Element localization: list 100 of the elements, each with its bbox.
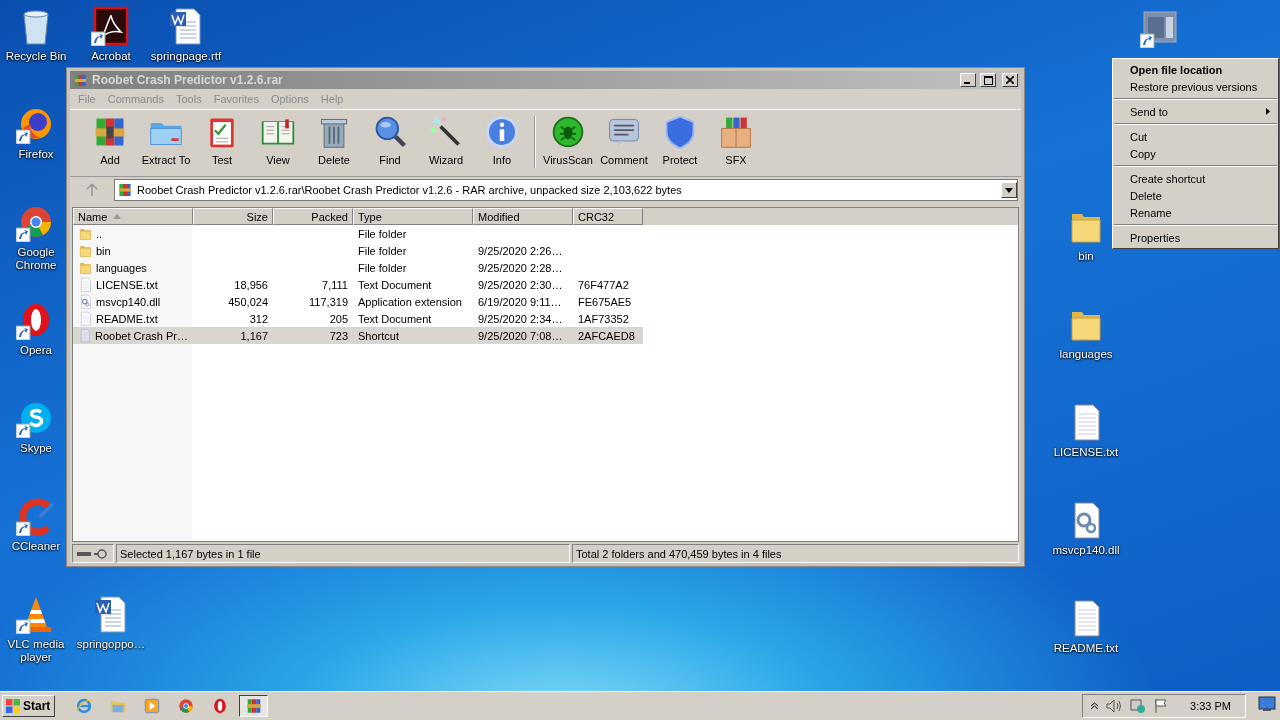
table-cell: 7,111 bbox=[322, 278, 348, 291]
table-cell: 450,024 bbox=[228, 295, 268, 308]
app-icon bbox=[73, 72, 88, 88]
table-cell: File folder bbox=[358, 227, 407, 240]
ie-icon bbox=[74, 697, 93, 715]
close-button[interactable] bbox=[1002, 73, 1018, 87]
menu-item[interactable]: Open file location bbox=[1113, 61, 1278, 78]
table-cell: 9/25/2020 7:08… bbox=[478, 329, 563, 342]
menu-item[interactable]: Send to bbox=[1113, 103, 1278, 120]
window-title: Roobet Crash Predictor v1.2.6.rar bbox=[92, 73, 284, 87]
desktop-icon-label[interactable]: CCleaner bbox=[11, 540, 61, 553]
clock[interactable]: 3:33 PM bbox=[1190, 700, 1231, 712]
table-cell: LICENSE.txt bbox=[96, 278, 158, 291]
table-cell: 1,167 bbox=[240, 329, 268, 342]
chrome-icon bbox=[176, 697, 195, 715]
column-header[interactable]: Name bbox=[73, 208, 193, 225]
table-cell: 723 bbox=[329, 329, 348, 342]
menu-item[interactable]: Rename bbox=[1113, 204, 1278, 221]
path-field[interactable]: Roobet Crash Predictor v1.2.6.rar\Roobet Crash Predictor v1.2.6 - RAR archive, unpacked size 2,103,622 bytes bbox=[114, 179, 1018, 201]
desktop-icon-label[interactable]: bin bbox=[1078, 250, 1094, 263]
minimize-button[interactable] bbox=[960, 73, 976, 87]
desktop-icon-label[interactable]: VLC media player bbox=[3, 638, 69, 664]
menu-item[interactable]: Restore previous versions bbox=[1113, 78, 1278, 95]
table-cell: 9/25/2020 2:28… bbox=[478, 261, 563, 274]
archive-icon bbox=[117, 182, 133, 198]
file-row[interactable]: msvcp140.dll 450,024 117,319 Application extension 6/19/2020 9:11… FE675AE5 bbox=[73, 293, 1018, 310]
file-row[interactable]: LICENSE.txt 18,956 7,111 Text Document 9/25/2020 2:30… 76F477A2 bbox=[73, 276, 1018, 293]
table-cell: 76F477A2 bbox=[578, 278, 629, 291]
maximize-button[interactable] bbox=[980, 73, 996, 87]
menu-item[interactable]: Delete bbox=[1113, 187, 1278, 204]
column-header[interactable]: Packed bbox=[273, 208, 353, 225]
toolbar-button[interactable]: SFX bbox=[708, 114, 764, 166]
table-cell: 18,956 bbox=[234, 278, 268, 291]
toolbar-button[interactable]: Wizard bbox=[418, 114, 474, 166]
file-row[interactable]: languages File folder 9/25/2020 2:28… bbox=[73, 259, 1018, 276]
file-icon bbox=[78, 311, 93, 326]
file-row[interactable]: .. File folder bbox=[73, 225, 1018, 242]
table-cell: msvcp140.dll bbox=[96, 295, 161, 308]
toolbar-button[interactable]: Extract To bbox=[138, 114, 194, 166]
column-header[interactable]: Modified bbox=[473, 208, 573, 225]
status-text: Selected 1,167 bytes in 1 file bbox=[120, 547, 261, 560]
toolbar-button[interactable]: Info bbox=[474, 114, 530, 166]
table-cell: Shortcut bbox=[358, 329, 399, 342]
toolbar-button[interactable]: Comment bbox=[596, 114, 652, 166]
taskbar-app-button[interactable] bbox=[239, 695, 269, 717]
close-icon bbox=[1006, 76, 1014, 84]
desktop-icon-label[interactable]: Skype bbox=[20, 442, 52, 455]
windows-logo-icon bbox=[5, 698, 21, 714]
table-cell: Text Document bbox=[358, 312, 432, 325]
toolbar-button[interactable]: Test bbox=[194, 114, 250, 166]
desktop-icon-label[interactable]: Acrobat bbox=[91, 50, 131, 63]
toolbar-button[interactable]: Find bbox=[362, 114, 418, 166]
media-icon bbox=[142, 697, 161, 715]
desktop-icon-label[interactable]: springpage.rtf bbox=[150, 50, 222, 63]
desktop-icon-label[interactable]: LICENSE.txt bbox=[1053, 446, 1119, 459]
column-header[interactable]: Size bbox=[193, 208, 273, 225]
drive-icon bbox=[76, 548, 108, 559]
table-cell: 312 bbox=[249, 312, 268, 325]
chevron-up-icon[interactable] bbox=[1091, 702, 1099, 710]
info-icon bbox=[484, 114, 520, 150]
table-cell: .. bbox=[96, 227, 103, 240]
desktop-icon-label[interactable]: Google Chrome bbox=[3, 246, 69, 272]
toolbar-button[interactable]: Delete bbox=[306, 114, 362, 166]
desktop-icon-label[interactable]: Recycle Bin bbox=[5, 50, 67, 63]
table-cell: Roobet Crash Pr… bbox=[95, 329, 188, 342]
menu-item[interactable]: Copy bbox=[1113, 145, 1278, 162]
toolbar-button[interactable]: VirusScan bbox=[540, 114, 596, 166]
menu-item[interactable]: Properties bbox=[1113, 229, 1278, 246]
winrar-icon bbox=[244, 697, 263, 715]
toolbar-button[interactable]: View bbox=[250, 114, 306, 166]
file-icon bbox=[78, 260, 93, 275]
toolbar-button[interactable]: Protect bbox=[652, 114, 708, 166]
desktop-icon-label[interactable]: languages bbox=[1059, 348, 1113, 361]
toolbar-button[interactable]: Add bbox=[82, 114, 138, 166]
table-cell: languages bbox=[96, 261, 147, 274]
desktop-icon-label[interactable]: Firefox bbox=[18, 148, 54, 161]
desktop-icon-label[interactable]: Opera bbox=[20, 344, 52, 357]
desktop-icon-label[interactable]: msvcp140.dll bbox=[1052, 544, 1120, 557]
menu-item[interactable]: Create shortcut bbox=[1113, 170, 1278, 187]
show-desktop-icon[interactable] bbox=[1258, 696, 1276, 712]
file-icon bbox=[78, 294, 93, 309]
column-header[interactable]: CRC32 bbox=[573, 208, 643, 225]
table-cell: File folder bbox=[358, 244, 407, 257]
file-icon bbox=[78, 226, 93, 241]
menu-item[interactable]: Cut bbox=[1113, 128, 1278, 145]
desktop-icon-label[interactable]: springoppo… bbox=[76, 638, 146, 651]
table-cell: 9/25/2020 2:30… bbox=[478, 278, 563, 291]
file-row[interactable]: bin File folder 9/25/2020 2:26… bbox=[73, 242, 1018, 259]
desktop-icon-label[interactable]: README.txt bbox=[1053, 642, 1119, 655]
file-row[interactable]: Roobet Crash Pr… 1,167 723 Shortcut 9/25/2020 7:08… 2AFCAED8 bbox=[73, 327, 1018, 344]
status-text: Total 2 folders and 470,459 bytes in 4 files bbox=[576, 547, 782, 560]
speaker-icon[interactable] bbox=[1106, 699, 1123, 713]
caret-icon bbox=[1005, 187, 1013, 193]
file-row[interactable]: README.txt 312 205 Text Document 9/25/2020 2:34… 1AF73352 bbox=[73, 310, 1018, 327]
submenu-arrow-icon bbox=[1266, 108, 1270, 115]
flag-icon[interactable] bbox=[1154, 698, 1169, 714]
start-button[interactable]: Start bbox=[2, 695, 56, 717]
column-header[interactable]: Type bbox=[353, 208, 473, 225]
table-cell: 6/19/2020 9:11… bbox=[478, 295, 562, 308]
dropdown-button[interactable] bbox=[1001, 182, 1017, 198]
